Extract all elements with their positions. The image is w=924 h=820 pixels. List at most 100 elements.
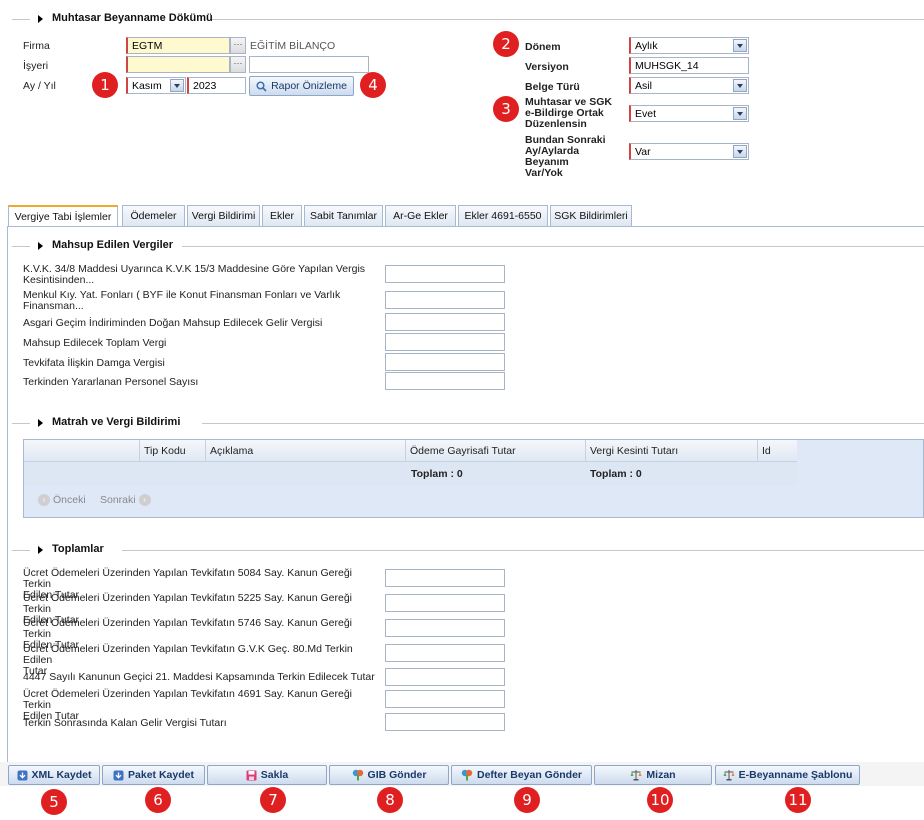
mahsup-row-input[interactable]: [385, 313, 505, 331]
firma-input[interactable]: EGTM: [126, 37, 230, 54]
column-header[interactable]: Tip Kodu: [140, 440, 206, 461]
isyeri-label: İşyeri: [23, 60, 49, 72]
mahsup-row-input[interactable]: [385, 372, 505, 390]
save-icon: [246, 770, 257, 780]
month-select[interactable]: Kasım: [126, 77, 186, 94]
muhtasar-ortak-label: Muhtasar ve SGK e-Bildirge Ortak Düzenle…: [525, 96, 612, 130]
collapse-triangle-icon[interactable]: [38, 546, 43, 554]
column-header[interactable]: Açıklama: [206, 440, 406, 461]
send-icon: [461, 769, 473, 781]
xml-kaydet-button[interactable]: XML Kaydet: [8, 765, 100, 785]
collapse-triangle-icon[interactable]: [38, 419, 43, 427]
chevron-left-icon: ‹: [38, 494, 50, 506]
donem-value: Aylık: [635, 40, 658, 52]
toplamlar-row-input[interactable]: [385, 619, 505, 637]
donem-select[interactable]: Aylık: [629, 37, 749, 54]
gib-gonder-button[interactable]: GIB Gönder: [329, 765, 449, 785]
tab-ekler[interactable]: Ekler: [262, 205, 302, 227]
e-beyanname-sablonu-button[interactable]: E-Beyanname Şablonu: [715, 765, 860, 785]
tab-vergiye-tabi-islemler[interactable]: Vergiye Tabi İşlemler: [8, 205, 118, 228]
mahsup-row-label: Terkinden Yararlanan Personel Sayısı: [23, 376, 199, 388]
toplamlar-row-input[interactable]: [385, 594, 505, 612]
chevron-right-icon: ›: [138, 494, 151, 506]
versiyon-label: Versiyon: [525, 61, 569, 73]
column-header[interactable]: Ödeme Gayrisafi Tutar: [406, 440, 586, 461]
sakla-button[interactable]: Sakla: [207, 765, 327, 785]
download-icon: [113, 770, 124, 780]
collapse-triangle-icon[interactable]: [38, 242, 43, 250]
bundan-sonraki-label: Bundan Sonraki Ay/Aylarda Beyanım Var/Yo…: [525, 134, 606, 179]
mahsup-row-input[interactable]: [385, 265, 505, 283]
mizan-label: Mizan: [646, 769, 676, 781]
section-title: Muhtasar Beyanname Dökümü: [52, 12, 219, 24]
chevron-down-icon[interactable]: [733, 79, 747, 92]
belge-turu-value: Asil: [635, 80, 652, 92]
month-value: Kasım: [132, 80, 162, 92]
bundan-sonraki-value: Var: [635, 146, 651, 158]
mahsup-row-input[interactable]: [385, 291, 505, 309]
annotation-badge: 4: [360, 72, 386, 98]
mahsup-row-input[interactable]: [385, 353, 505, 371]
tab-ar-ge-ekler[interactable]: Ar-Ge Ekler: [385, 205, 456, 227]
chevron-down-icon[interactable]: [733, 107, 747, 120]
annotation-badge: 5: [41, 789, 67, 815]
toplamlar-row-input[interactable]: [385, 644, 505, 662]
defter-beyan-gonder-button[interactable]: Defter Beyan Gönder: [451, 765, 592, 785]
section-header-muhtasar: Muhtasar Beyanname Dökümü: [12, 11, 924, 27]
chevron-down-icon[interactable]: [733, 39, 747, 52]
mahsup-row-label: K.V.K. 34/8 Maddesi Uyarınca K.V.K 15/3 …: [23, 263, 366, 286]
collapse-triangle-icon[interactable]: [38, 15, 43, 23]
grid-summary-row: Toplam : 0 Toplam : 0: [24, 462, 797, 486]
gib-gonder-label: GIB Gönder: [367, 769, 427, 781]
mizan-button[interactable]: Mizan: [594, 765, 712, 785]
versiyon-input[interactable]: MUHSGK_14: [629, 57, 749, 74]
year-input[interactable]: 2023: [187, 77, 246, 94]
toplamlar-row-label: Terkin Sonrasında Kalan Gelir Vergisi Tu…: [23, 717, 227, 729]
firma-label: Firma: [23, 40, 50, 52]
toplamlar-row-input[interactable]: [385, 713, 505, 731]
mahsup-row-input[interactable]: [385, 333, 505, 351]
chevron-down-icon[interactable]: [170, 79, 184, 92]
chevron-down-icon[interactable]: [733, 145, 747, 158]
toplamlar-row-input[interactable]: [385, 690, 505, 708]
tab-vergi-bildirimi[interactable]: Vergi Bildirimi: [187, 205, 260, 227]
next-page-button[interactable]: Sonraki ›: [100, 494, 151, 506]
annotation-badge: 11: [785, 787, 811, 813]
column-header[interactable]: Vergi Kesinti Tutarı: [586, 440, 758, 461]
belge-turu-select[interactable]: Asil: [629, 77, 749, 94]
section-title: Mahsup Edilen Vergiler: [52, 239, 180, 251]
column-header[interactable]: Id: [758, 440, 797, 461]
rapor-onizleme-button[interactable]: Rapor Önizleme: [249, 76, 354, 96]
isyeri-description-field: [249, 56, 369, 73]
annotation-badge: 1: [92, 72, 118, 98]
toplamlar-row-input[interactable]: [385, 668, 505, 686]
muhtasar-ortak-select[interactable]: Evet: [629, 105, 749, 122]
toplamlar-row-input[interactable]: [385, 569, 505, 587]
download-icon: [17, 770, 28, 780]
muhtasar-ortak-value: Evet: [635, 108, 657, 120]
send-icon: [352, 769, 363, 781]
mahsup-row-label: Menkul Kıy. Yat. Fonları ( BYF ile Konut…: [23, 289, 341, 312]
total-vergi-kesinti: Toplam : 0: [590, 468, 642, 480]
firma-lookup-button[interactable]: ···: [230, 37, 246, 54]
tab-sabit-tanimlar[interactable]: Sabit Tanımlar: [304, 205, 383, 227]
xml-kaydet-label: XML Kaydet: [31, 769, 92, 781]
tab-odemeler[interactable]: Ödemeler: [122, 205, 185, 227]
annotation-badge: 10: [647, 787, 673, 813]
annotation-badge: 6: [145, 787, 171, 813]
toplamlar-row-label: 4447 Sayılı Kanunun Geçici 21. Maddesi K…: [23, 671, 375, 683]
previous-page-button[interactable]: ‹ Önceki: [38, 494, 86, 506]
previous-label: Önceki: [53, 494, 86, 506]
section-header-toplamlar: Toplamlar: [12, 542, 924, 558]
isyeri-lookup-button[interactable]: ···: [230, 56, 246, 73]
tab-sgk-bildirimleri[interactable]: SGK Bildirimleri: [550, 205, 632, 227]
isyeri-input[interactable]: [126, 56, 230, 73]
paket-kaydet-button[interactable]: Paket Kaydet: [102, 765, 205, 785]
section-title: Matrah ve Vergi Bildirimi: [52, 416, 187, 428]
defter-beyan-gonder-label: Defter Beyan Gönder: [476, 769, 583, 781]
scale-icon: [723, 770, 735, 781]
annotation-badge: 7: [260, 787, 286, 813]
grid-pager: ‹ Önceki Sonraki ›: [24, 486, 923, 517]
tab-ekler-4691-6550[interactable]: Ekler 4691-6550: [458, 205, 548, 227]
bundan-sonraki-select[interactable]: Var: [629, 143, 749, 160]
